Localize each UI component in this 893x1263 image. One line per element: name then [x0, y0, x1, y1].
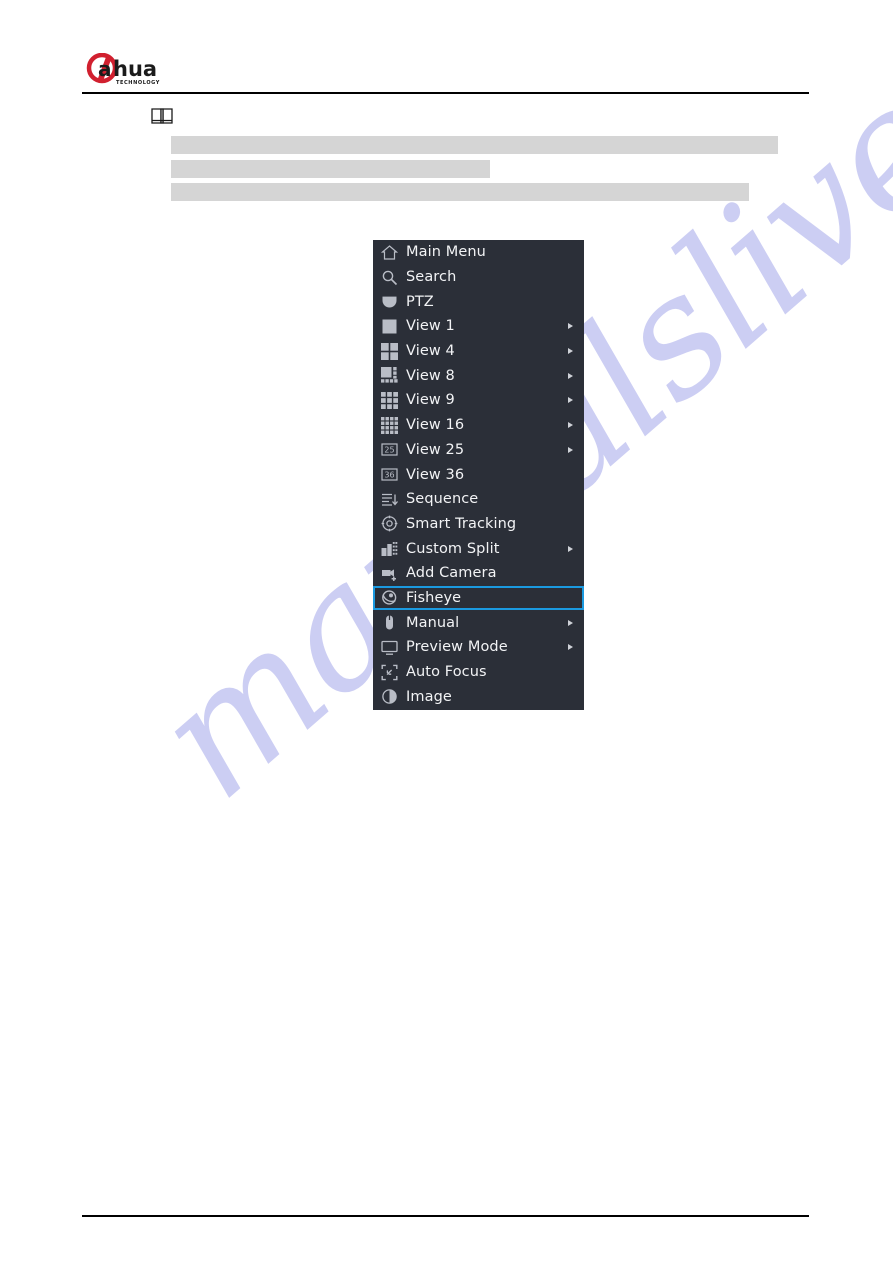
menu-item-label: Preview Mode [406, 639, 508, 656]
footer-divider [82, 1215, 809, 1217]
menu-item-add-camera[interactable]: Add Camera [373, 561, 584, 586]
add-camera-icon [381, 565, 398, 582]
redacted-line [171, 160, 490, 178]
smart-tracking-icon [381, 515, 398, 532]
menu-item-label: View 16 [406, 417, 465, 434]
menu-item-label: View 25 [406, 441, 465, 458]
view-16-grid-icon [381, 416, 398, 434]
menu-item-label: Add Camera [406, 565, 497, 582]
menu-item-label: Auto Focus [406, 664, 487, 681]
auto-focus-icon [381, 664, 398, 681]
menu-item-label: Fisheye [406, 589, 462, 606]
menu-item-view-4[interactable]: View 4 [373, 339, 584, 364]
redacted-line [171, 136, 778, 154]
right-click-context-menu[interactable]: Main Menu Search PTZ View 1 View 4 View 8 View… [373, 240, 584, 710]
menu-item-view-8[interactable]: View 8 [373, 363, 584, 388]
submenu-arrow-icon [568, 422, 573, 429]
svg-text:TECHNOLOGY: TECHNOLOGY [116, 80, 160, 86]
menu-item-custom-split[interactable]: Custom Split [373, 536, 584, 561]
view-36-badge-icon: 36 [381, 466, 398, 483]
menu-item-manual[interactable]: Manual [373, 610, 584, 635]
menu-item-view-25[interactable]: 25 View 25 [373, 438, 584, 463]
submenu-arrow-icon [568, 644, 573, 651]
view-9-grid-icon [381, 391, 398, 409]
dahua-logo: a hua TECHNOLOGY [86, 52, 194, 87]
menu-item-sequence[interactable]: Sequence [373, 487, 584, 512]
menu-item-label: Main Menu [406, 244, 486, 261]
view-8-grid-icon [381, 367, 398, 384]
menu-item-fisheye[interactable]: Fisheye [373, 585, 584, 611]
menu-item-view-9[interactable]: View 9 [373, 388, 584, 413]
menu-item-main-menu[interactable]: Main Menu [373, 240, 584, 265]
submenu-arrow-icon [568, 348, 573, 355]
custom-split-icon [381, 540, 398, 557]
submenu-arrow-icon [568, 545, 573, 552]
menu-item-label: Custom Split [406, 540, 500, 557]
menu-item-label: View 4 [406, 343, 455, 360]
header-divider [82, 92, 809, 94]
svg-text:36: 36 [384, 471, 394, 480]
view-25-badge-icon: 25 [381, 441, 398, 458]
dahua-logo-svg: a hua TECHNOLOGY [86, 52, 160, 86]
menu-item-label: Smart Tracking [406, 515, 517, 532]
ptz-dome-icon [381, 293, 398, 310]
menu-item-label: Search [406, 269, 457, 286]
svg-text:hua: hua [113, 57, 157, 81]
note-book-icon [150, 106, 174, 126]
view-4-grid-icon [381, 342, 398, 360]
home-icon [381, 244, 398, 261]
menu-item-label: View 8 [406, 367, 455, 384]
menu-item-view-16[interactable]: View 16 [373, 413, 584, 438]
menu-item-view-1[interactable]: View 1 [373, 314, 584, 339]
submenu-arrow-icon [568, 397, 573, 404]
submenu-arrow-icon [568, 372, 573, 379]
menu-item-label: View 1 [406, 318, 455, 335]
menu-item-label: Sequence [406, 491, 479, 508]
note-book-icon-svg [151, 108, 173, 124]
svg-text:25: 25 [384, 446, 394, 455]
image-icon [381, 688, 398, 705]
menu-item-preview-mode[interactable]: Preview Mode [373, 635, 584, 660]
monitor-icon [381, 639, 398, 656]
menu-item-image[interactable]: Image [373, 684, 584, 709]
mouse-icon [381, 614, 398, 631]
submenu-arrow-icon [568, 323, 573, 330]
svg-text:a: a [98, 57, 112, 81]
menu-item-label: Image [406, 688, 452, 705]
menu-item-view-36[interactable]: 36 View 36 [373, 462, 584, 487]
submenu-arrow-icon [568, 446, 573, 453]
redacted-line [171, 183, 749, 201]
menu-item-label: View 9 [406, 392, 455, 409]
fisheye-icon [381, 589, 398, 606]
menu-item-label: Manual [406, 614, 460, 631]
search-icon [381, 269, 398, 286]
menu-item-label: PTZ [406, 293, 434, 310]
view-1-grid-icon [381, 318, 398, 335]
menu-item-smart-tracking[interactable]: Smart Tracking [373, 512, 584, 537]
menu-item-ptz[interactable]: PTZ [373, 289, 584, 314]
menu-item-auto-focus[interactable]: Auto Focus [373, 660, 584, 685]
submenu-arrow-icon [568, 619, 573, 626]
sequence-icon [381, 491, 398, 508]
menu-item-label: View 36 [406, 466, 465, 483]
menu-item-search[interactable]: Search [373, 265, 584, 290]
